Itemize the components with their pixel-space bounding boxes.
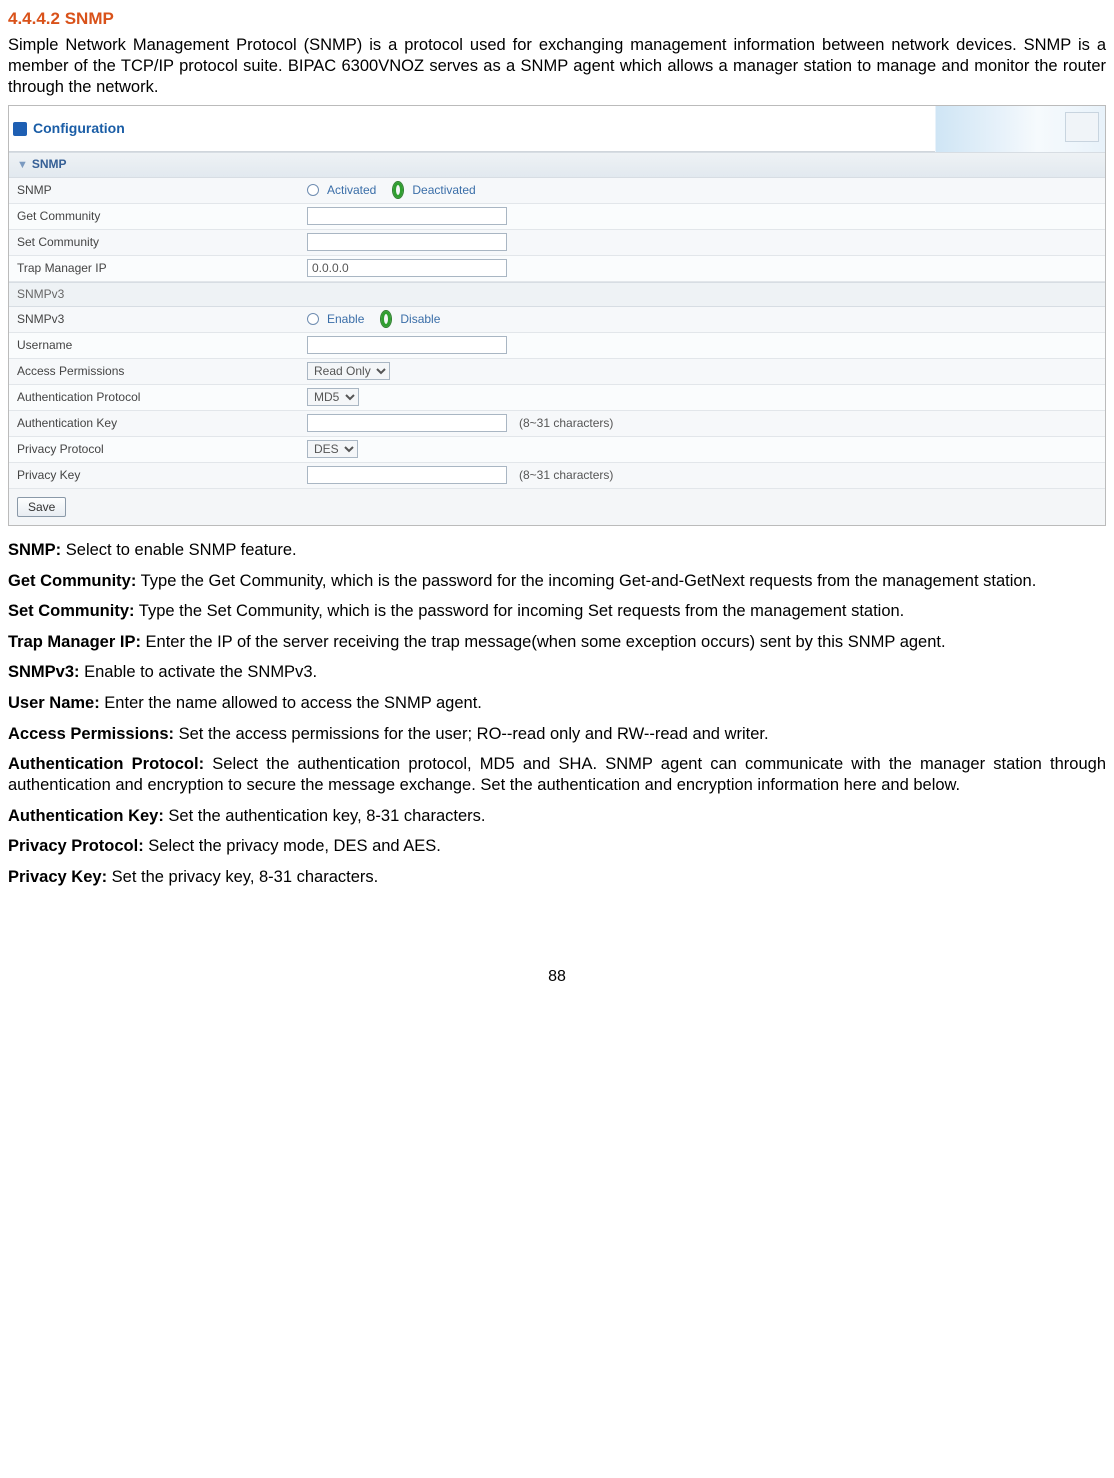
config-title: Configuration <box>33 120 125 138</box>
label-trap-ip: Trap Manager IP <box>17 261 307 276</box>
description-item: Privacy Protocol: Select the privacy mod… <box>8 836 1106 857</box>
radio-disable-label: Disable <box>400 312 440 327</box>
intro-paragraph: Simple Network Management Protocol (SNMP… <box>8 35 1106 97</box>
row-access: Access Permissions Read Only <box>9 359 1105 385</box>
description-term: Trap Manager IP: <box>8 633 141 651</box>
radio-deactivated-label: Deactivated <box>412 183 475 198</box>
row-username: Username <box>9 333 1105 359</box>
config-icon <box>13 122 27 136</box>
label-auth-proto: Authentication Protocol <box>17 390 307 405</box>
description-item: Access Permissions: Set the access permi… <box>8 724 1106 745</box>
radio-activated-label: Activated <box>327 183 376 198</box>
radio-activated[interactable] <box>307 184 319 196</box>
section-snmp-header: ▼ SNMP <box>9 152 1105 178</box>
description-text: Set the access permissions for the user;… <box>174 725 769 743</box>
priv-proto-select[interactable]: DES <box>307 440 358 458</box>
radio-enable-label: Enable <box>327 312 364 327</box>
row-snmpv3: SNMPv3 Enable Disable <box>9 307 1105 333</box>
description-item: Trap Manager IP: Enter the IP of the ser… <box>8 632 1106 653</box>
row-set-community: Set Community <box>9 230 1105 256</box>
description-item: Authentication Protocol: Select the auth… <box>8 754 1106 795</box>
auth-key-input[interactable] <box>307 414 507 432</box>
description-item: User Name: Enter the name allowed to acc… <box>8 693 1106 714</box>
description-text: Select to enable SNMP feature. <box>61 541 296 559</box>
section-heading: 4.4.4.2 SNMP <box>8 8 1106 29</box>
label-snmpv3: SNMPv3 <box>17 312 307 327</box>
label-username: Username <box>17 338 307 353</box>
label-priv-proto: Privacy Protocol <box>17 442 307 457</box>
description-item: SNMP: Select to enable SNMP feature. <box>8 540 1106 561</box>
priv-key-input[interactable] <box>307 466 507 484</box>
row-snmp: SNMP Activated Deactivated <box>9 178 1105 204</box>
description-text: Type the Get Community, which is the pas… <box>136 572 1036 590</box>
radio-deactivated[interactable] <box>392 181 404 199</box>
config-header: Configuration <box>9 106 1105 152</box>
description-text: Set the privacy key, 8-31 characters. <box>107 868 378 886</box>
description-item: Get Community: Type the Get Community, w… <box>8 571 1106 592</box>
description-term: Set Community: <box>8 602 135 620</box>
trap-ip-input[interactable] <box>307 259 507 277</box>
description-item: Set Community: Type the Set Community, w… <box>8 601 1106 622</box>
chevron-down-icon: ▼ <box>17 159 28 171</box>
access-select[interactable]: Read Only <box>307 362 390 380</box>
label-access: Access Permissions <box>17 364 307 379</box>
row-trap-ip: Trap Manager IP <box>9 256 1105 282</box>
row-get-community: Get Community <box>9 204 1105 230</box>
description-text: Enable to activate the SNMPv3. <box>80 663 318 681</box>
label-priv-key: Privacy Key <box>17 468 307 483</box>
auth-proto-select[interactable]: MD5 <box>307 388 359 406</box>
config-screenshot: Configuration ▼ SNMP SNMP Activated Deact… <box>8 105 1106 526</box>
description-term: SNMPv3: <box>8 663 80 681</box>
description-text: Enter the name allowed to access the SNM… <box>100 694 482 712</box>
description-item: Authentication Key: Set the authenticati… <box>8 806 1106 827</box>
description-text: Enter the IP of the server receiving the… <box>141 633 946 651</box>
description-term: Get Community: <box>8 572 136 590</box>
description-term: Access Permissions: <box>8 725 174 743</box>
page-number: 88 <box>8 967 1106 987</box>
label-snmp: SNMP <box>17 183 307 198</box>
description-term: Privacy Key: <box>8 868 107 886</box>
username-input[interactable] <box>307 336 507 354</box>
description-term: SNMP: <box>8 541 61 559</box>
description-term: User Name: <box>8 694 100 712</box>
description-text: Select the privacy mode, DES and AES. <box>144 837 441 855</box>
section-snmp-label: SNMP <box>32 157 67 171</box>
description-item: SNMPv3: Enable to activate the SNMPv3. <box>8 662 1106 683</box>
description-term: Authentication Protocol: <box>8 755 204 773</box>
radio-enable[interactable] <box>307 313 319 325</box>
description-item: Privacy Key: Set the privacy key, 8-31 c… <box>8 867 1106 888</box>
priv-key-hint: (8~31 characters) <box>519 468 613 483</box>
description-text: Set the authentication key, 8-31 charact… <box>164 807 486 825</box>
set-community-input[interactable] <box>307 233 507 251</box>
config-footer: Save <box>9 489 1105 525</box>
row-auth-key: Authentication Key (8~31 characters) <box>9 411 1105 437</box>
row-auth-proto: Authentication Protocol MD5 <box>9 385 1105 411</box>
header-art <box>935 106 1105 152</box>
row-priv-key: Privacy Key (8~31 characters) <box>9 463 1105 489</box>
label-set-community: Set Community <box>17 235 307 250</box>
label-get-community: Get Community <box>17 209 307 224</box>
description-term: Authentication Key: <box>8 807 164 825</box>
save-button[interactable]: Save <box>17 497 66 517</box>
description-term: Privacy Protocol: <box>8 837 144 855</box>
row-priv-proto: Privacy Protocol DES <box>9 437 1105 463</box>
label-auth-key: Authentication Key <box>17 416 307 431</box>
description-text: Type the Set Community, which is the pas… <box>135 602 905 620</box>
section-snmpv3-header: SNMPv3 <box>9 282 1105 307</box>
radio-disable[interactable] <box>380 310 392 328</box>
auth-key-hint: (8~31 characters) <box>519 416 613 431</box>
get-community-input[interactable] <box>307 207 507 225</box>
